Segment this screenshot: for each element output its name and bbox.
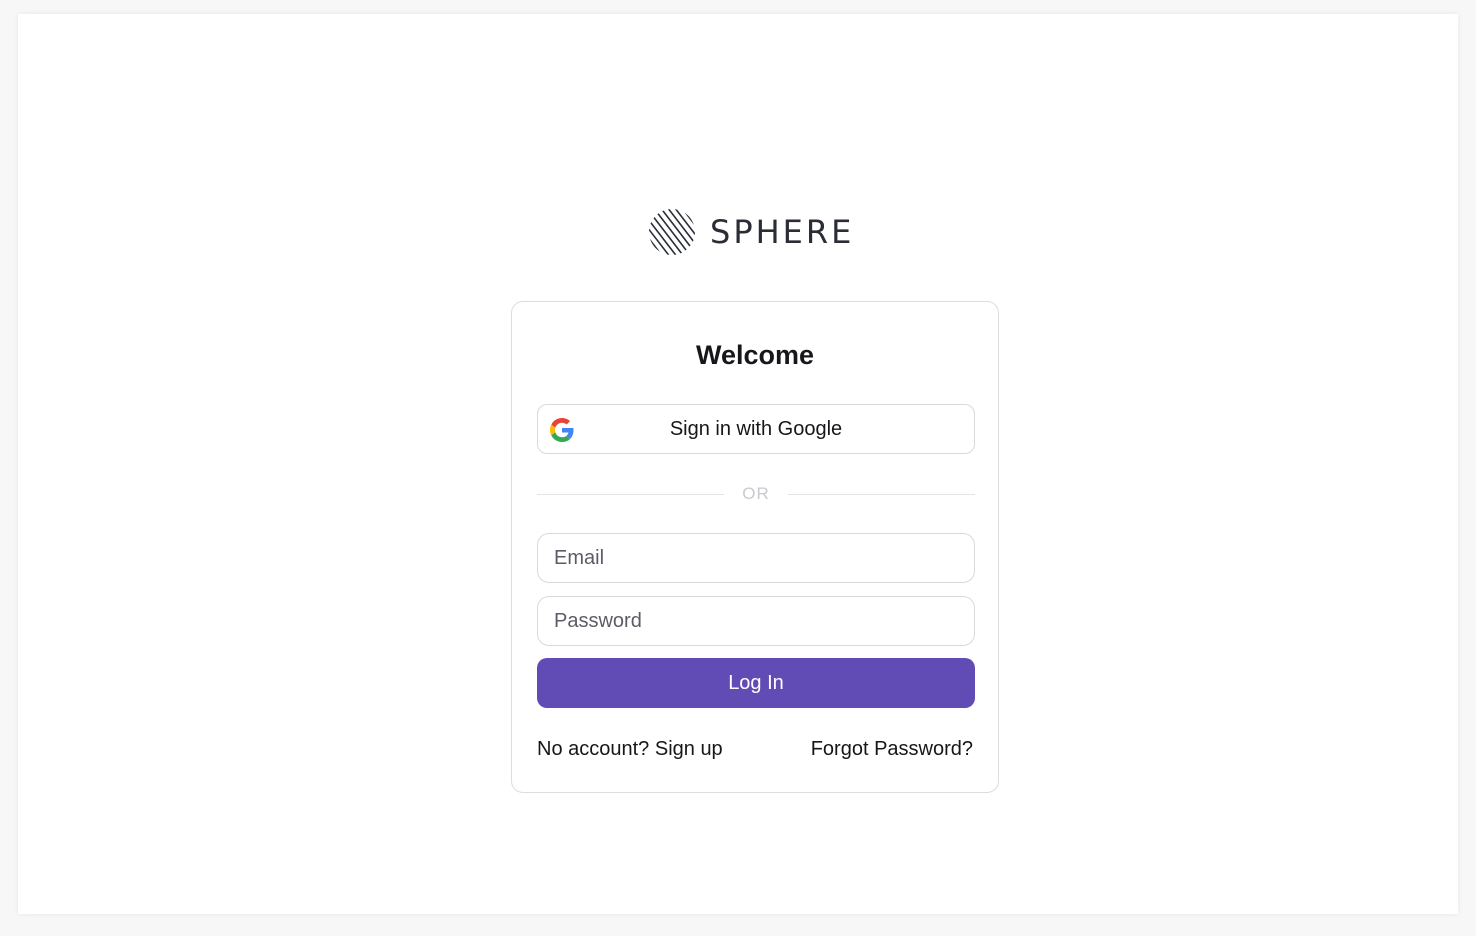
google-signin-label: Sign in with Google — [669, 417, 843, 440]
brand-name: SPHERE — [710, 213, 855, 251]
email-field[interactable] — [537, 533, 975, 583]
signup-link[interactable]: No account? Sign up — [537, 738, 723, 761]
google-g-icon — [550, 418, 574, 442]
page-title: Welcome — [695, 340, 815, 370]
login-button[interactable]: Log In — [537, 658, 975, 708]
login-card: Welcome Sign in with Google OR Log In No… — [511, 301, 999, 793]
or-divider: OR — [537, 484, 975, 504]
striped-sphere-icon — [649, 209, 695, 255]
password-field[interactable] — [537, 596, 975, 646]
divider-line-right — [788, 494, 975, 495]
sphere-logo: SPHERE — [648, 208, 854, 256]
forgot-password-link[interactable]: Forgot Password? — [811, 738, 973, 761]
google-signin-button[interactable]: Sign in with Google — [537, 404, 975, 454]
app-window: SPHERE Welcome Sign in with Google OR Lo… — [18, 14, 1458, 914]
